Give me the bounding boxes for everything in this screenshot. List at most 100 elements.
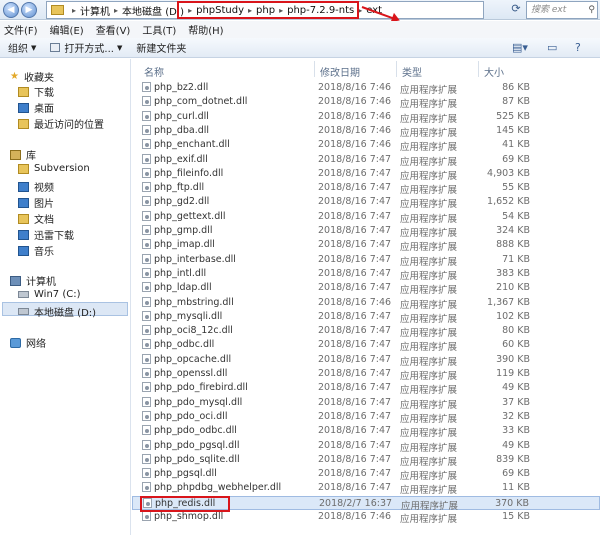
file-row[interactable]: php_fileinfo.dll 2018/8/16 7:47 应用程序扩展 4,90… — [132, 167, 600, 182]
file-type: 应用程序扩展 — [400, 270, 458, 282]
file-type: 应用程序扩展 — [400, 85, 458, 96]
column-divider[interactable] — [314, 61, 315, 77]
nav-videos[interactable]: 视频 — [18, 179, 54, 194]
column-size[interactable]: 大小 — [484, 64, 504, 79]
file-row[interactable]: php_mysqli.dll 2018/8/16 7:47 应用程序扩展 102 KB — [132, 310, 600, 325]
nav-computer[interactable]: 计算机 — [10, 273, 56, 288]
file-row[interactable]: php_gettext.dll 2018/8/16 7:47 应用程序扩展 54 KB — [132, 210, 600, 225]
file-row[interactable]: php_enchant.dll 2018/8/16 7:46 应用程序扩展 41 KB — [132, 138, 600, 153]
annotation-highlight-box — [140, 496, 230, 512]
file-size: 49 KB — [502, 382, 530, 394]
file-name: php_gmp.dll — [154, 225, 213, 236]
file-size: 888 KB — [496, 239, 530, 251]
file-date: 2018/8/16 7:47 — [318, 167, 392, 179]
file-date: 2018/8/16 7:46 — [318, 511, 392, 522]
file-row[interactable]: php_ftp.dll 2018/8/16 7:47 应用程序扩展 55 KB — [132, 181, 600, 196]
file-row[interactable]: php_openssl.dll 2018/8/16 7:47 应用程序扩展 119 K… — [132, 367, 600, 382]
file-name: php_ldap.dll — [154, 282, 212, 294]
nav-downloads[interactable]: 下载 — [18, 84, 54, 99]
new-folder-button[interactable]: 新建文件夹 — [136, 40, 186, 55]
nav-network[interactable]: 网络 — [10, 335, 46, 350]
refresh-icon[interactable]: ⟳ — [508, 2, 524, 18]
column-divider[interactable] — [478, 61, 479, 77]
nav-label: Subversion — [34, 163, 90, 174]
file-row[interactable]: php_gd2.dll 2018/8/16 7:47 应用程序扩展 1,652 KB — [132, 195, 600, 210]
file-row[interactable]: php_intl.dll 2018/8/16 7:47 应用程序扩展 383 KB — [132, 267, 600, 282]
file-row[interactable]: php_pdo_pgsql.dll 2018/8/16 7:47 应用程序扩展 49 … — [132, 439, 600, 454]
file-name: php_pgsql.dll — [154, 468, 217, 480]
file-row[interactable]: php_curl.dll 2018/8/16 7:46 应用程序扩展 525 KB — [132, 110, 600, 125]
nav-music[interactable]: 音乐 — [18, 243, 54, 258]
library-icon — [10, 149, 21, 160]
menu-edit[interactable]: 编辑(E) — [50, 22, 84, 37]
file-row[interactable]: php_gmp.dll 2018/8/16 7:47 应用程序扩展 324 KB — [132, 224, 600, 239]
file-row[interactable]: php_pgsql.dll 2018/8/16 7:47 应用程序扩展 69 KB — [132, 467, 600, 482]
menu-tools[interactable]: 工具(T) — [142, 22, 176, 37]
nav-documents[interactable]: 文档 — [18, 211, 54, 226]
menu-view[interactable]: 查看(V) — [96, 22, 131, 37]
nav-libraries[interactable]: 库 — [10, 147, 36, 162]
file-row[interactable]: php_bz2.dll 2018/8/16 7:46 应用程序扩展 86 KB — [132, 81, 600, 96]
file-type: 应用程序扩展 — [400, 456, 458, 468]
file-row[interactable]: php_shmop.dll 2018/8/16 7:46 应用程序扩展 15 KB — [132, 510, 600, 525]
search-input[interactable]: 搜索 ext ⚲ — [526, 1, 598, 19]
file-size: 87 KB — [502, 96, 530, 108]
crumb-drive-d[interactable]: 本地磁盘 (D:) — [122, 3, 184, 18]
nav-recent[interactable]: 最近访问的位置 — [18, 116, 104, 131]
nav-thunder-downloads[interactable]: 迅雷下载 — [18, 227, 74, 242]
nav-drive-d[interactable]: 本地磁盘 (D:) — [18, 304, 96, 319]
file-row[interactable]: php_pdo_mysql.dll 2018/8/16 7:47 应用程序扩展 37 … — [132, 396, 600, 411]
file-size: 324 KB — [496, 225, 530, 236]
open-with-button[interactable]: 打开方式... ▼ — [50, 40, 122, 55]
column-divider[interactable] — [396, 61, 397, 77]
column-type[interactable]: 类型 — [402, 64, 422, 79]
help-icon[interactable]: ? — [575, 41, 581, 54]
view-options-icon[interactable]: ▤▾ — [512, 41, 528, 54]
file-row[interactable]: php_opcache.dll 2018/8/16 7:47 应用程序扩展 390 K… — [132, 353, 600, 368]
file-row[interactable]: php_oci8_12c.dll 2018/8/16 7:47 应用程序扩展 80 K… — [132, 324, 600, 339]
file-row[interactable]: php_imap.dll 2018/8/16 7:47 应用程序扩展 888 KB — [132, 238, 600, 253]
file-size: 15 KB — [502, 511, 530, 522]
forward-button[interactable]: ▶ — [21, 2, 37, 18]
file-date: 2018/8/16 7:46 — [318, 110, 392, 122]
file-row[interactable]: php_ldap.dll 2018/8/16 7:47 应用程序扩展 210 KB — [132, 281, 600, 296]
file-row[interactable]: php_dba.dll 2018/8/16 7:46 应用程序扩展 145 KB — [132, 124, 600, 139]
nav-subversion[interactable]: Subversion — [18, 163, 90, 174]
file-row[interactable]: php_pdo_odbc.dll 2018/8/16 7:47 应用程序扩展 33 K… — [132, 424, 600, 439]
crumb-computer[interactable]: 计算机 — [80, 3, 110, 18]
menu-file[interactable]: 文件(F) — [4, 22, 38, 37]
nav-pictures[interactable]: 图片 — [18, 195, 54, 210]
nav-favorites[interactable]: ★ 收藏夹 — [10, 69, 54, 84]
file-size: 41 KB — [502, 139, 530, 151]
file-date: 2018/8/16 7:47 — [318, 310, 392, 322]
file-name: php_oci8_12c.dll — [154, 325, 233, 337]
file-row[interactable]: php_phpdbg_webhelper.dll 2018/8/16 7:47 应用… — [132, 481, 600, 496]
back-button[interactable]: ◀ — [3, 2, 19, 18]
organize-button[interactable]: 组织 ▼ — [8, 40, 36, 56]
file-row[interactable]: php_interbase.dll 2018/8/16 7:47 应用程序扩展 71 … — [132, 253, 600, 268]
file-size: 80 KB — [502, 325, 530, 337]
file-size: 370 KB — [495, 497, 529, 509]
file-row[interactable]: php_odbc.dll 2018/8/16 7:47 应用程序扩展 60 KB — [132, 338, 600, 353]
file-type: 应用程序扩展 — [400, 299, 458, 311]
file-row[interactable]: php_pdo_sqlite.dll 2018/8/16 7:47 应用程序扩展 83… — [132, 453, 600, 468]
organize-label: 组织 — [8, 44, 28, 55]
column-date[interactable]: 修改日期 — [320, 64, 360, 79]
file-date: 2018/8/16 7:47 — [318, 439, 392, 451]
column-name[interactable]: 名称 — [144, 64, 164, 79]
nav-desktop[interactable]: 桌面 — [18, 100, 54, 115]
recent-places-icon — [18, 118, 29, 129]
nav-drive-c[interactable]: Win7 (C:) — [18, 289, 80, 300]
file-row[interactable]: php_mbstring.dll 2018/8/16 7:46 应用程序扩展 1,36… — [132, 296, 600, 311]
file-row[interactable]: php_pdo_firebird.dll 2018/8/16 7:47 应用程序扩展… — [132, 381, 600, 397]
menu-help[interactable]: 帮助(H) — [188, 22, 223, 37]
file-name: php_gd2.dll — [154, 196, 210, 208]
file-row[interactable]: php_exif.dll 2018/8/16 7:47 应用程序扩展 69 KB — [132, 153, 600, 168]
file-type: 应用程序扩展 — [400, 371, 458, 382]
file-row[interactable]: php_pdo_oci.dll 2018/8/16 7:47 应用程序扩展 32 KB — [132, 410, 600, 425]
preview-pane-icon[interactable]: ▭ — [547, 41, 557, 54]
file-name: php_gettext.dll — [154, 210, 226, 222]
file-name: php_opcache.dll — [154, 353, 232, 365]
file-row[interactable]: php_com_dotnet.dll 2018/8/16 7:46 应用程序扩展 87… — [132, 95, 600, 110]
file-type: 应用程序扩展 — [400, 385, 458, 397]
